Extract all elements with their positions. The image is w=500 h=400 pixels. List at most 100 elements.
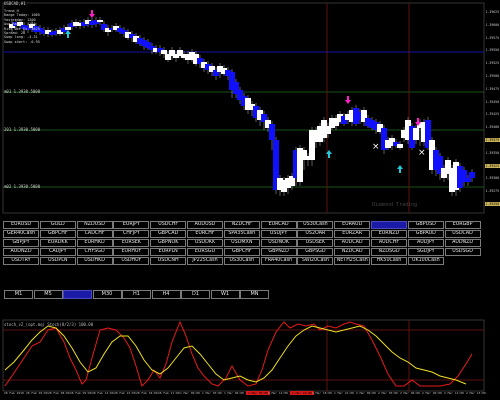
symbol-button-audnzd[interactable]: AUDNZD bbox=[444, 239, 481, 247]
chart-title: USDCAD,H1 bbox=[4, 1, 26, 6]
bull-candle bbox=[65, 27, 71, 30]
symbol-button-usdcad[interactable]: USDCAD bbox=[371, 221, 407, 229]
symbol-button-usdhuf[interactable]: USDHUF bbox=[113, 257, 150, 265]
symbol-button-audchf[interactable]: AUDCHF bbox=[371, 239, 407, 247]
symbol-button-nzdchf[interactable]: NZDCHF bbox=[223, 221, 260, 229]
price-label: 1.39375 bbox=[484, 138, 500, 142]
symbol-button-usddkk[interactable]: USDDKK bbox=[187, 239, 223, 247]
symbol-button-ger40cash[interactable]: GER40Cash bbox=[3, 230, 39, 238]
symbol-button-gbpsgd[interactable]: GBPSGD bbox=[297, 248, 334, 256]
symbol-button-gbpchf[interactable]: GBPCHF bbox=[223, 248, 260, 256]
time-label: 28 Feb 08:00 bbox=[48, 391, 70, 395]
price-chart[interactable]: ×× bbox=[0, 0, 500, 215]
symbol-button-eurchf[interactable]: EURCHF bbox=[187, 230, 223, 238]
symbol-button-jp225cash[interactable]: JP225Cash bbox=[187, 257, 223, 265]
timeframe-button-h4[interactable]: H4 bbox=[151, 290, 181, 299]
symbol-button-eurzar[interactable]: EURZAR bbox=[334, 230, 371, 238]
time-label: 28 Feb 18:00 bbox=[136, 391, 158, 395]
timeframe-button-w1[interactable]: W1 bbox=[210, 290, 240, 299]
symbol-button-eurjpy[interactable]: EURJPY bbox=[113, 221, 150, 229]
symbol-button-usdnok[interactable]: USDNOK bbox=[260, 239, 297, 247]
symbol-button-nzdcad[interactable]: NZDCAD bbox=[334, 248, 371, 256]
symbol-button-us2oar[interactable]: US2OAR bbox=[297, 230, 334, 238]
symbol-button-uk100cash[interactable]: UK100Cash bbox=[407, 257, 444, 265]
price-label: 1.39325 bbox=[484, 163, 500, 168]
timeframe-button-m5[interactable]: M5 bbox=[33, 290, 63, 299]
symbol-button-cadchf[interactable]: CADCHF bbox=[76, 230, 113, 238]
symbol-button-eurnzd[interactable]: EURNZD bbox=[371, 230, 407, 238]
symbol-button-eurusd[interactable]: EURUSD bbox=[3, 221, 39, 229]
time-label: 1 Mar 09:00 bbox=[246, 391, 270, 395]
timeframe-button-h1[interactable]: H1 bbox=[122, 290, 151, 299]
watermark: Diamond Trading bbox=[372, 202, 418, 208]
symbol-button-gbpaud[interactable]: GBPAUD bbox=[407, 230, 444, 238]
bull-candle bbox=[97, 20, 103, 22]
symbol-button-euraud[interactable]: EURAUD bbox=[334, 221, 371, 229]
symbol-button-audnzd[interactable]: AUDNZD bbox=[3, 248, 39, 256]
time-label: 28 Feb 12:00 bbox=[92, 391, 114, 395]
stochastic-panel[interactable] bbox=[0, 318, 500, 392]
symbol-button-eurcad[interactable]: EURCAD bbox=[260, 221, 297, 229]
symbol-button-chfsgd[interactable]: CHFSGD bbox=[76, 248, 113, 256]
symbol-button-eursek[interactable]: EURSEK bbox=[113, 239, 150, 247]
time-label: 1 Mar 18:00 bbox=[312, 391, 332, 395]
symbol-button-gbpchf[interactable]: GBPCHF bbox=[39, 230, 76, 238]
symbol-button-eurhuf[interactable]: EURHUF bbox=[113, 248, 150, 256]
symbol-button-usdsgd[interactable]: USDSGD bbox=[444, 248, 481, 256]
symbol-button-usdchf[interactable]: USDCHF bbox=[150, 221, 187, 229]
timeframe-button-m30[interactable]: M30 bbox=[92, 290, 122, 299]
cross-marker-icon: × bbox=[372, 142, 380, 152]
time-label: 28 Feb 09:00 bbox=[70, 391, 92, 395]
symbol-button-eurhkd[interactable]: EURHKD bbox=[76, 239, 113, 247]
symbol-button-nzdsgd[interactable]: NZDSGD bbox=[371, 248, 407, 256]
symbol-button-gbpjpy[interactable]: GBPJPY bbox=[3, 239, 39, 247]
symbol-button-hk50cash[interactable]: HK50Cash bbox=[371, 257, 407, 265]
symbol-button-usdsek[interactable]: USDSEK bbox=[297, 239, 334, 247]
symbol-button-gbpcad[interactable]: GBPCAD bbox=[150, 230, 187, 238]
symbol-button-usdjpy[interactable]: USDJPY bbox=[260, 230, 297, 238]
cross-marker-icon: × bbox=[418, 148, 426, 158]
symbol-button-gbpnzd[interactable]: GBPNZD bbox=[260, 248, 297, 256]
timeframe-button-m15[interactable]: M15 bbox=[63, 290, 92, 299]
symbol-button-audusd[interactable]: AUDUSD bbox=[187, 221, 223, 229]
price-label: 1.39350 bbox=[485, 150, 499, 155]
symbol-button-chfjpy[interactable]: CHFJPY bbox=[113, 230, 150, 238]
symbol-button-gbpnok[interactable]: GBPNOK bbox=[150, 239, 187, 247]
symbol-button-nzdusd[interactable]: NZDUSD bbox=[76, 221, 113, 229]
timeframe-button-d1[interactable]: D1 bbox=[181, 290, 210, 299]
symbol-button-usdtry[interactable]: USDTRY bbox=[3, 257, 39, 265]
symbol-button-us30cash[interactable]: US30Cash bbox=[297, 221, 334, 229]
chart-frame bbox=[2, 2, 485, 214]
symbol-button-usdhkd[interactable]: USDHKD bbox=[76, 257, 113, 265]
symbol-button-audcad[interactable]: AUDCAD bbox=[334, 239, 371, 247]
time-label: 28 Feb 2018 bbox=[4, 391, 24, 395]
symbol-button-usdcad[interactable]: USDCAD bbox=[444, 230, 481, 238]
symbol-button-eurgbp[interactable]: EURGBP bbox=[444, 221, 481, 229]
symbol-button-eurpln[interactable]: EURPLN bbox=[150, 248, 187, 256]
bull-candle bbox=[397, 144, 403, 148]
price-label: 1.39550 bbox=[485, 48, 499, 53]
symbol-button-usdmxn[interactable]: USDMXN bbox=[223, 239, 260, 247]
time-label: 1 Mar 00:00 bbox=[180, 391, 200, 395]
symbol-button-fra40cash[interactable]: FRA40Cash bbox=[260, 257, 297, 265]
symbol-button-gbpusd[interactable]: GBPUSD bbox=[407, 221, 444, 229]
symbol-button-gold[interactable]: GOLD bbox=[39, 221, 76, 229]
price-label: 1.39600 bbox=[485, 22, 499, 27]
price-label: 1.39400 bbox=[485, 125, 499, 130]
time-label: 2 Mar 03:00 bbox=[378, 391, 398, 395]
symbol-button-audjpy[interactable]: AUDJPY bbox=[407, 239, 444, 247]
symbol-button-usdpln[interactable]: USDPLN bbox=[39, 257, 76, 265]
symbol-button-usdcnh[interactable]: USDCNH bbox=[150, 257, 187, 265]
symbol-button-us30cash[interactable]: US30Cash bbox=[223, 257, 260, 265]
price-label: 1.39450 bbox=[485, 99, 499, 104]
symbol-button-neth25cash[interactable]: NETH25Cash bbox=[334, 257, 371, 265]
symbol-button-sgdjpy[interactable]: SGDJPY bbox=[407, 248, 444, 256]
info-panel: Trend_H Range Today: 1065 Yesterday: 1200 A… bbox=[4, 9, 40, 44]
symbol-button-eurdkk[interactable]: EURDKK bbox=[39, 239, 76, 247]
symbol-button-eursgd[interactable]: EURSGD bbox=[187, 248, 223, 256]
symbol-button-swi20cash[interactable]: SWI20Cash bbox=[297, 257, 334, 265]
timeframe-button-m1[interactable]: M1 bbox=[4, 290, 33, 299]
timeframe-button-mn[interactable]: MN bbox=[240, 290, 269, 299]
symbol-button-cadjpy[interactable]: CADJPY bbox=[39, 248, 76, 256]
symbol-button-spa35cash[interactable]: SPA35Cash bbox=[223, 230, 260, 238]
